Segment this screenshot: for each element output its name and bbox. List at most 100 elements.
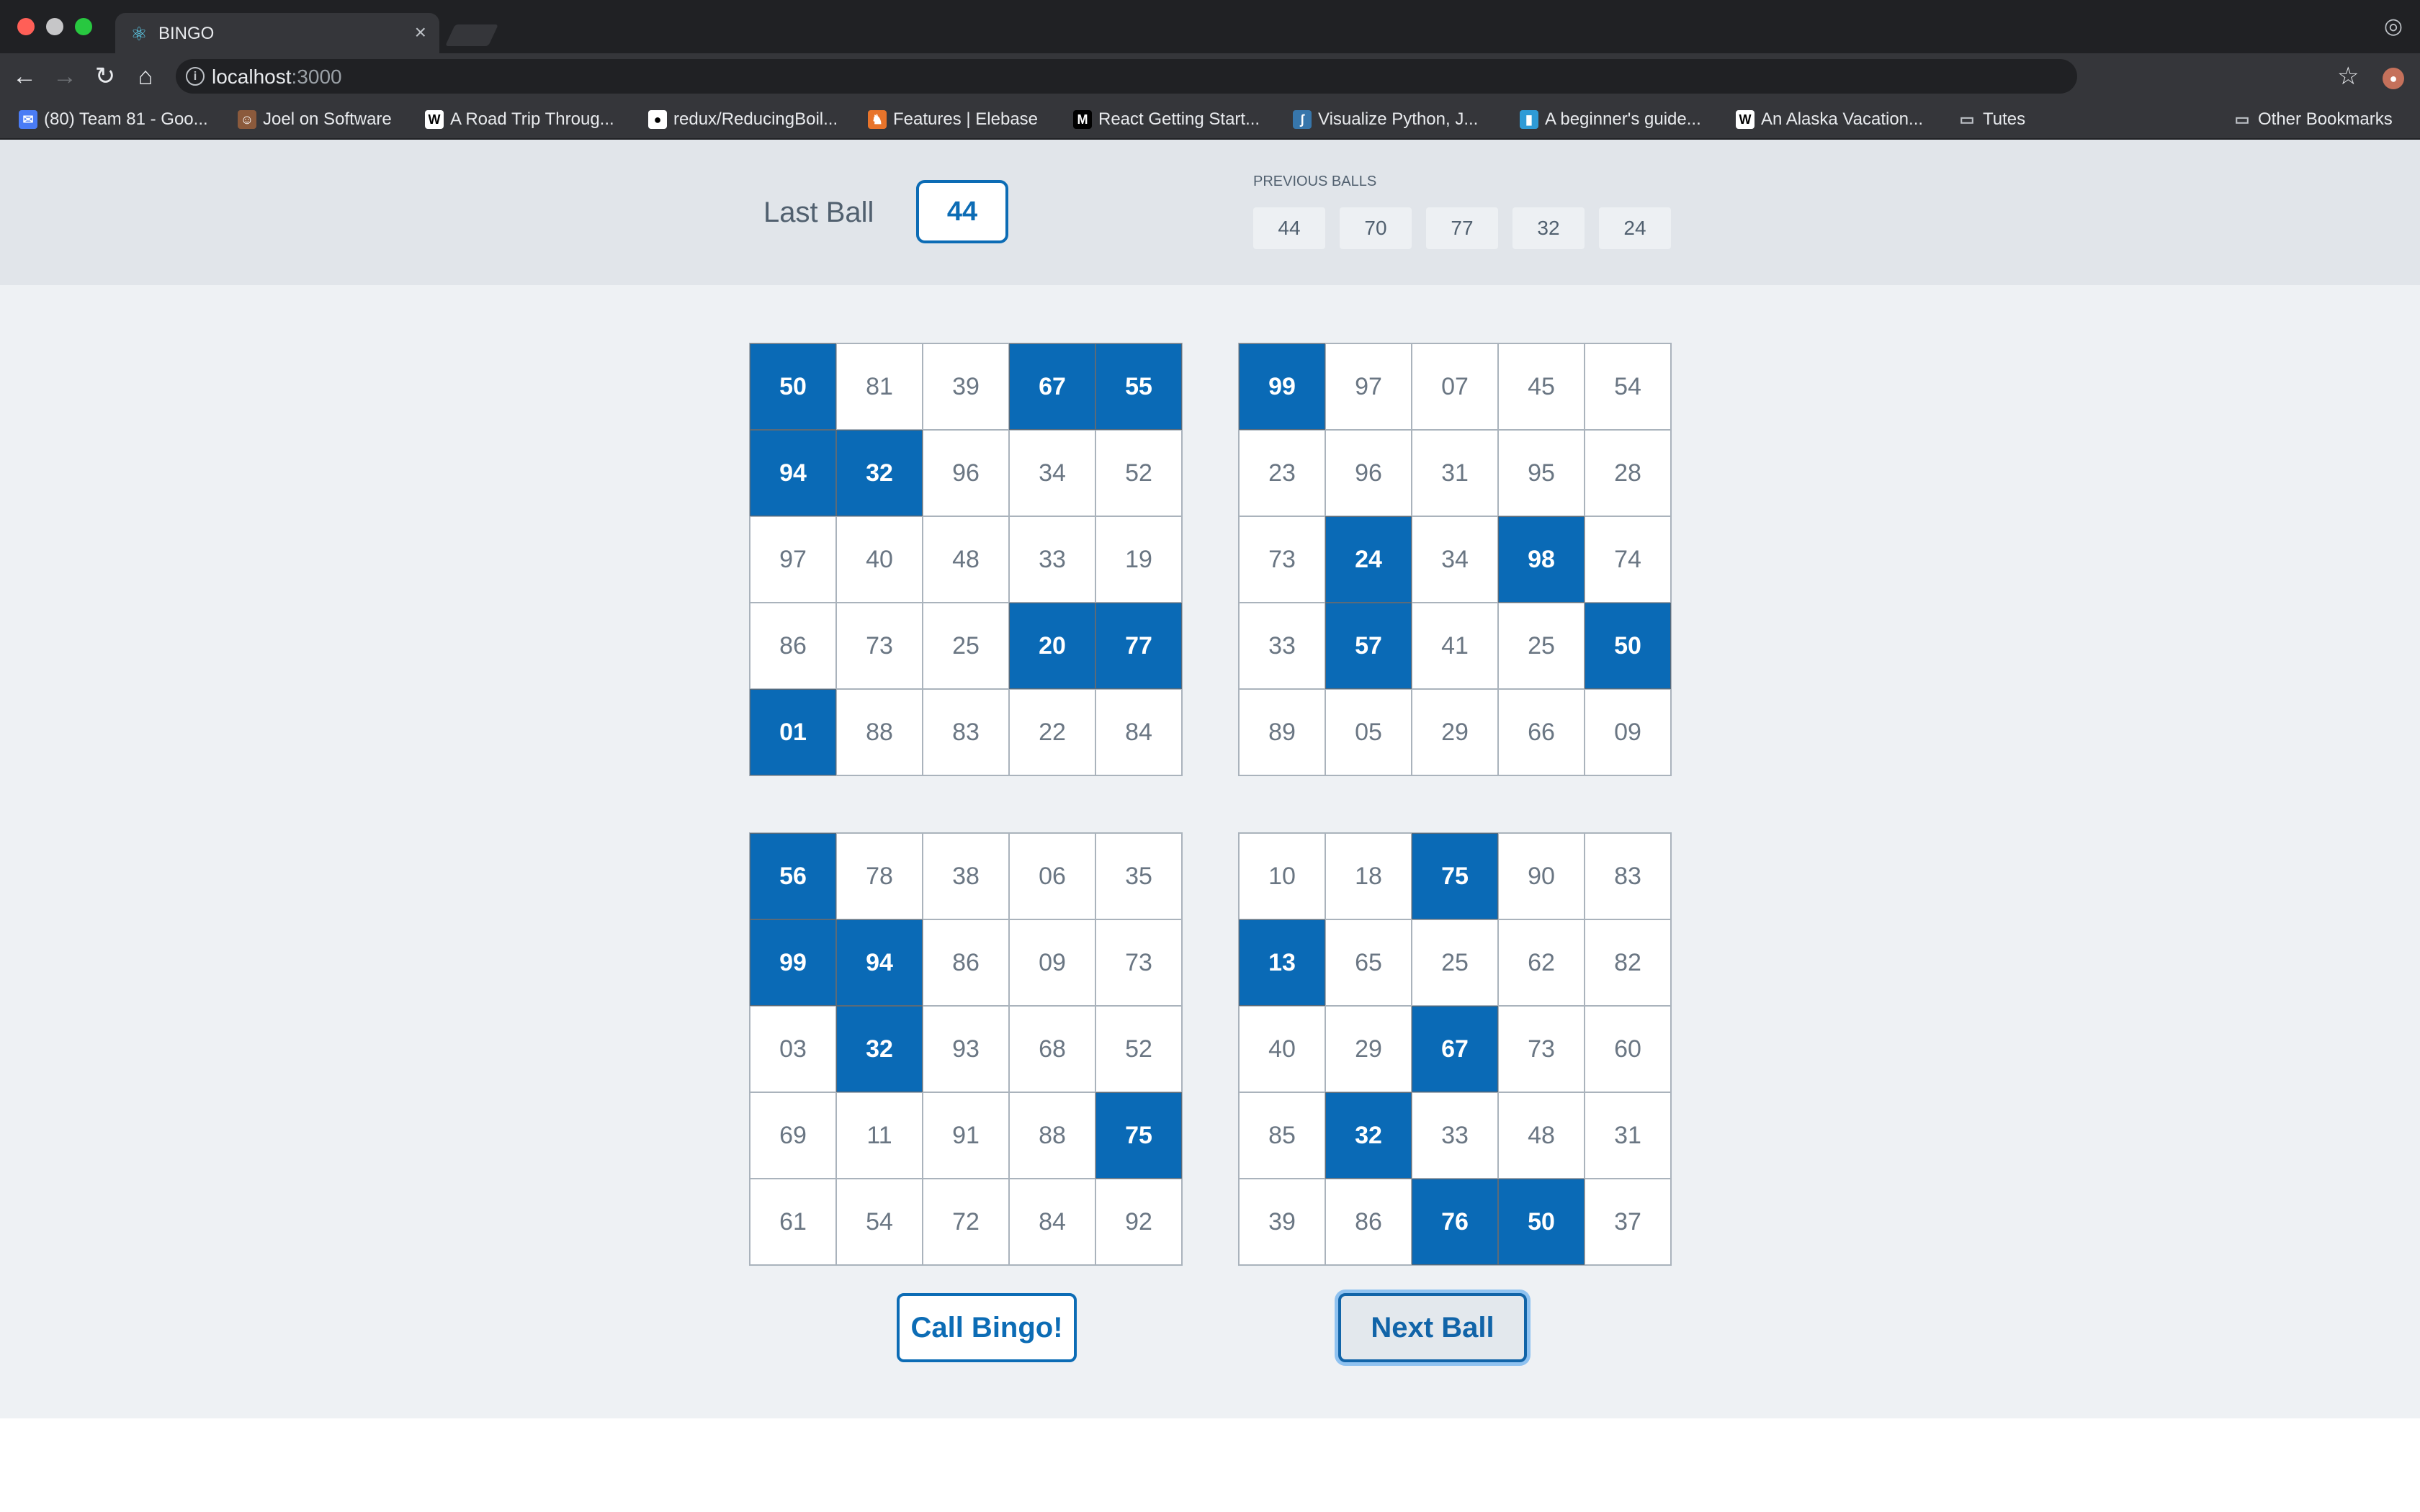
bingo-cell[interactable]: 31 (1585, 1092, 1671, 1179)
bingo-cell[interactable]: 81 (836, 343, 923, 430)
bingo-cell[interactable]: 41 (1412, 603, 1498, 689)
bingo-cell[interactable]: 25 (1498, 603, 1585, 689)
bookmark-item[interactable]: W A Road Trip Throug... (425, 108, 614, 131)
bingo-cell[interactable]: 07 (1412, 343, 1498, 430)
bingo-cell-marked[interactable]: 76 (1412, 1179, 1498, 1265)
bingo-cell-marked[interactable]: 20 (1009, 603, 1095, 689)
bingo-cell-marked[interactable]: 67 (1412, 1006, 1498, 1092)
bingo-cell[interactable]: 05 (1325, 689, 1412, 775)
bingo-cell[interactable]: 06 (1009, 833, 1095, 919)
bingo-cell-marked[interactable]: 56 (750, 833, 836, 919)
maximize-window-button[interactable] (75, 18, 92, 35)
bookmark-item[interactable]: ▭ Other Bookmarks (2233, 108, 2393, 131)
bingo-cell[interactable]: 90 (1498, 833, 1585, 919)
bingo-cell-marked[interactable]: 32 (836, 430, 923, 516)
bingo-cell[interactable]: 29 (1325, 1006, 1412, 1092)
bingo-cell[interactable]: 10 (1239, 833, 1325, 919)
bingo-cell[interactable]: 38 (923, 833, 1009, 919)
bookmark-star-icon[interactable]: ☆ (2337, 62, 2359, 91)
bingo-cell[interactable]: 84 (1095, 689, 1182, 775)
bingo-cell[interactable]: 95 (1498, 430, 1585, 516)
bingo-cell[interactable]: 62 (1498, 919, 1585, 1006)
bingo-cell-marked[interactable]: 67 (1009, 343, 1095, 430)
bingo-cell[interactable]: 65 (1325, 919, 1412, 1006)
bookmark-item[interactable]: M React Getting Start... (1073, 108, 1260, 131)
bingo-cell[interactable]: 72 (923, 1179, 1009, 1265)
bookmark-item[interactable]: ✉ (80) Team 81 - Goo... (19, 108, 208, 131)
bingo-cell[interactable]: 52 (1095, 430, 1182, 516)
bingo-cell[interactable]: 86 (1325, 1179, 1412, 1265)
bingo-cell[interactable]: 18 (1325, 833, 1412, 919)
bookmark-item[interactable]: ☺ Joel on Software (238, 108, 392, 131)
bingo-cell[interactable]: 28 (1585, 430, 1671, 516)
minimize-window-button[interactable] (46, 18, 63, 35)
bookmark-item[interactable]: W An Alaska Vacation... (1736, 108, 1923, 131)
reload-icon[interactable]: ↻ (91, 62, 120, 91)
bingo-cell[interactable]: 52 (1095, 1006, 1182, 1092)
bingo-cell[interactable]: 45 (1498, 343, 1585, 430)
bingo-cell[interactable]: 69 (750, 1092, 836, 1179)
extension-icon[interactable]: ● (2383, 68, 2404, 89)
bingo-cell[interactable]: 61 (750, 1179, 836, 1265)
bingo-cell[interactable]: 82 (1585, 919, 1671, 1006)
bingo-cell[interactable]: 73 (836, 603, 923, 689)
bingo-cell[interactable]: 88 (836, 689, 923, 775)
bingo-cell[interactable]: 96 (923, 430, 1009, 516)
bingo-cell[interactable]: 11 (836, 1092, 923, 1179)
incognito-icon[interactable]: ◎ (2384, 14, 2403, 39)
bingo-cell-marked[interactable]: 32 (1325, 1092, 1412, 1179)
bingo-cell[interactable]: 88 (1009, 1092, 1095, 1179)
bingo-cell[interactable]: 35 (1095, 833, 1182, 919)
bookmark-item[interactable]: ▮ A beginner's guide... (1520, 108, 1701, 131)
bingo-cell[interactable]: 40 (1239, 1006, 1325, 1092)
bingo-cell-marked[interactable]: 55 (1095, 343, 1182, 430)
bingo-cell-marked[interactable]: 75 (1095, 1092, 1182, 1179)
bingo-cell[interactable]: 54 (836, 1179, 923, 1265)
close-window-button[interactable] (17, 18, 35, 35)
address-bar[interactable]: i localhost:3000 (176, 59, 2077, 94)
bingo-cell-marked[interactable]: 32 (836, 1006, 923, 1092)
bingo-cell[interactable]: 97 (750, 516, 836, 603)
bingo-cell[interactable]: 86 (750, 603, 836, 689)
bingo-cell-marked[interactable]: 99 (1239, 343, 1325, 430)
home-icon[interactable]: ⌂ (131, 62, 160, 91)
new-tab-button[interactable] (445, 24, 498, 46)
bingo-cell[interactable]: 37 (1585, 1179, 1671, 1265)
bingo-cell[interactable]: 78 (836, 833, 923, 919)
bingo-cell-marked[interactable]: 98 (1498, 516, 1585, 603)
bingo-cell[interactable]: 33 (1239, 603, 1325, 689)
bingo-cell[interactable]: 29 (1412, 689, 1498, 775)
bingo-cell-marked[interactable]: 94 (750, 430, 836, 516)
next-ball-button[interactable]: Next Ball (1338, 1293, 1527, 1362)
bingo-cell[interactable]: 60 (1585, 1006, 1671, 1092)
bookmark-item[interactable]: ● redux/ReducingBoil... (648, 108, 838, 131)
bingo-cell[interactable]: 39 (923, 343, 1009, 430)
bingo-cell-marked[interactable]: 94 (836, 919, 923, 1006)
back-icon[interactable]: ← (10, 62, 39, 91)
bingo-cell[interactable]: 96 (1325, 430, 1412, 516)
bingo-cell[interactable]: 09 (1585, 689, 1671, 775)
bingo-cell[interactable]: 73 (1095, 919, 1182, 1006)
bingo-cell[interactable]: 09 (1009, 919, 1095, 1006)
bingo-cell-marked[interactable]: 99 (750, 919, 836, 1006)
bingo-cell[interactable]: 03 (750, 1006, 836, 1092)
bingo-cell-marked[interactable]: 57 (1325, 603, 1412, 689)
bingo-cell[interactable]: 48 (923, 516, 1009, 603)
bingo-cell[interactable]: 22 (1009, 689, 1095, 775)
bingo-cell-marked[interactable]: 77 (1095, 603, 1182, 689)
bingo-cell[interactable]: 25 (1412, 919, 1498, 1006)
bingo-cell[interactable]: 89 (1239, 689, 1325, 775)
bingo-cell[interactable]: 23 (1239, 430, 1325, 516)
bingo-cell[interactable]: 68 (1009, 1006, 1095, 1092)
bingo-cell[interactable]: 19 (1095, 516, 1182, 603)
forward-icon[interactable]: → (50, 62, 79, 91)
bingo-cell[interactable]: 39 (1239, 1179, 1325, 1265)
bingo-cell[interactable]: 25 (923, 603, 1009, 689)
bingo-cell[interactable]: 83 (923, 689, 1009, 775)
bingo-cell-marked[interactable]: 13 (1239, 919, 1325, 1006)
tab-close-icon[interactable]: × (415, 22, 426, 43)
info-icon[interactable]: i (186, 67, 205, 86)
bingo-cell[interactable]: 74 (1585, 516, 1671, 603)
bingo-cell[interactable]: 34 (1412, 516, 1498, 603)
bingo-cell[interactable]: 33 (1412, 1092, 1498, 1179)
